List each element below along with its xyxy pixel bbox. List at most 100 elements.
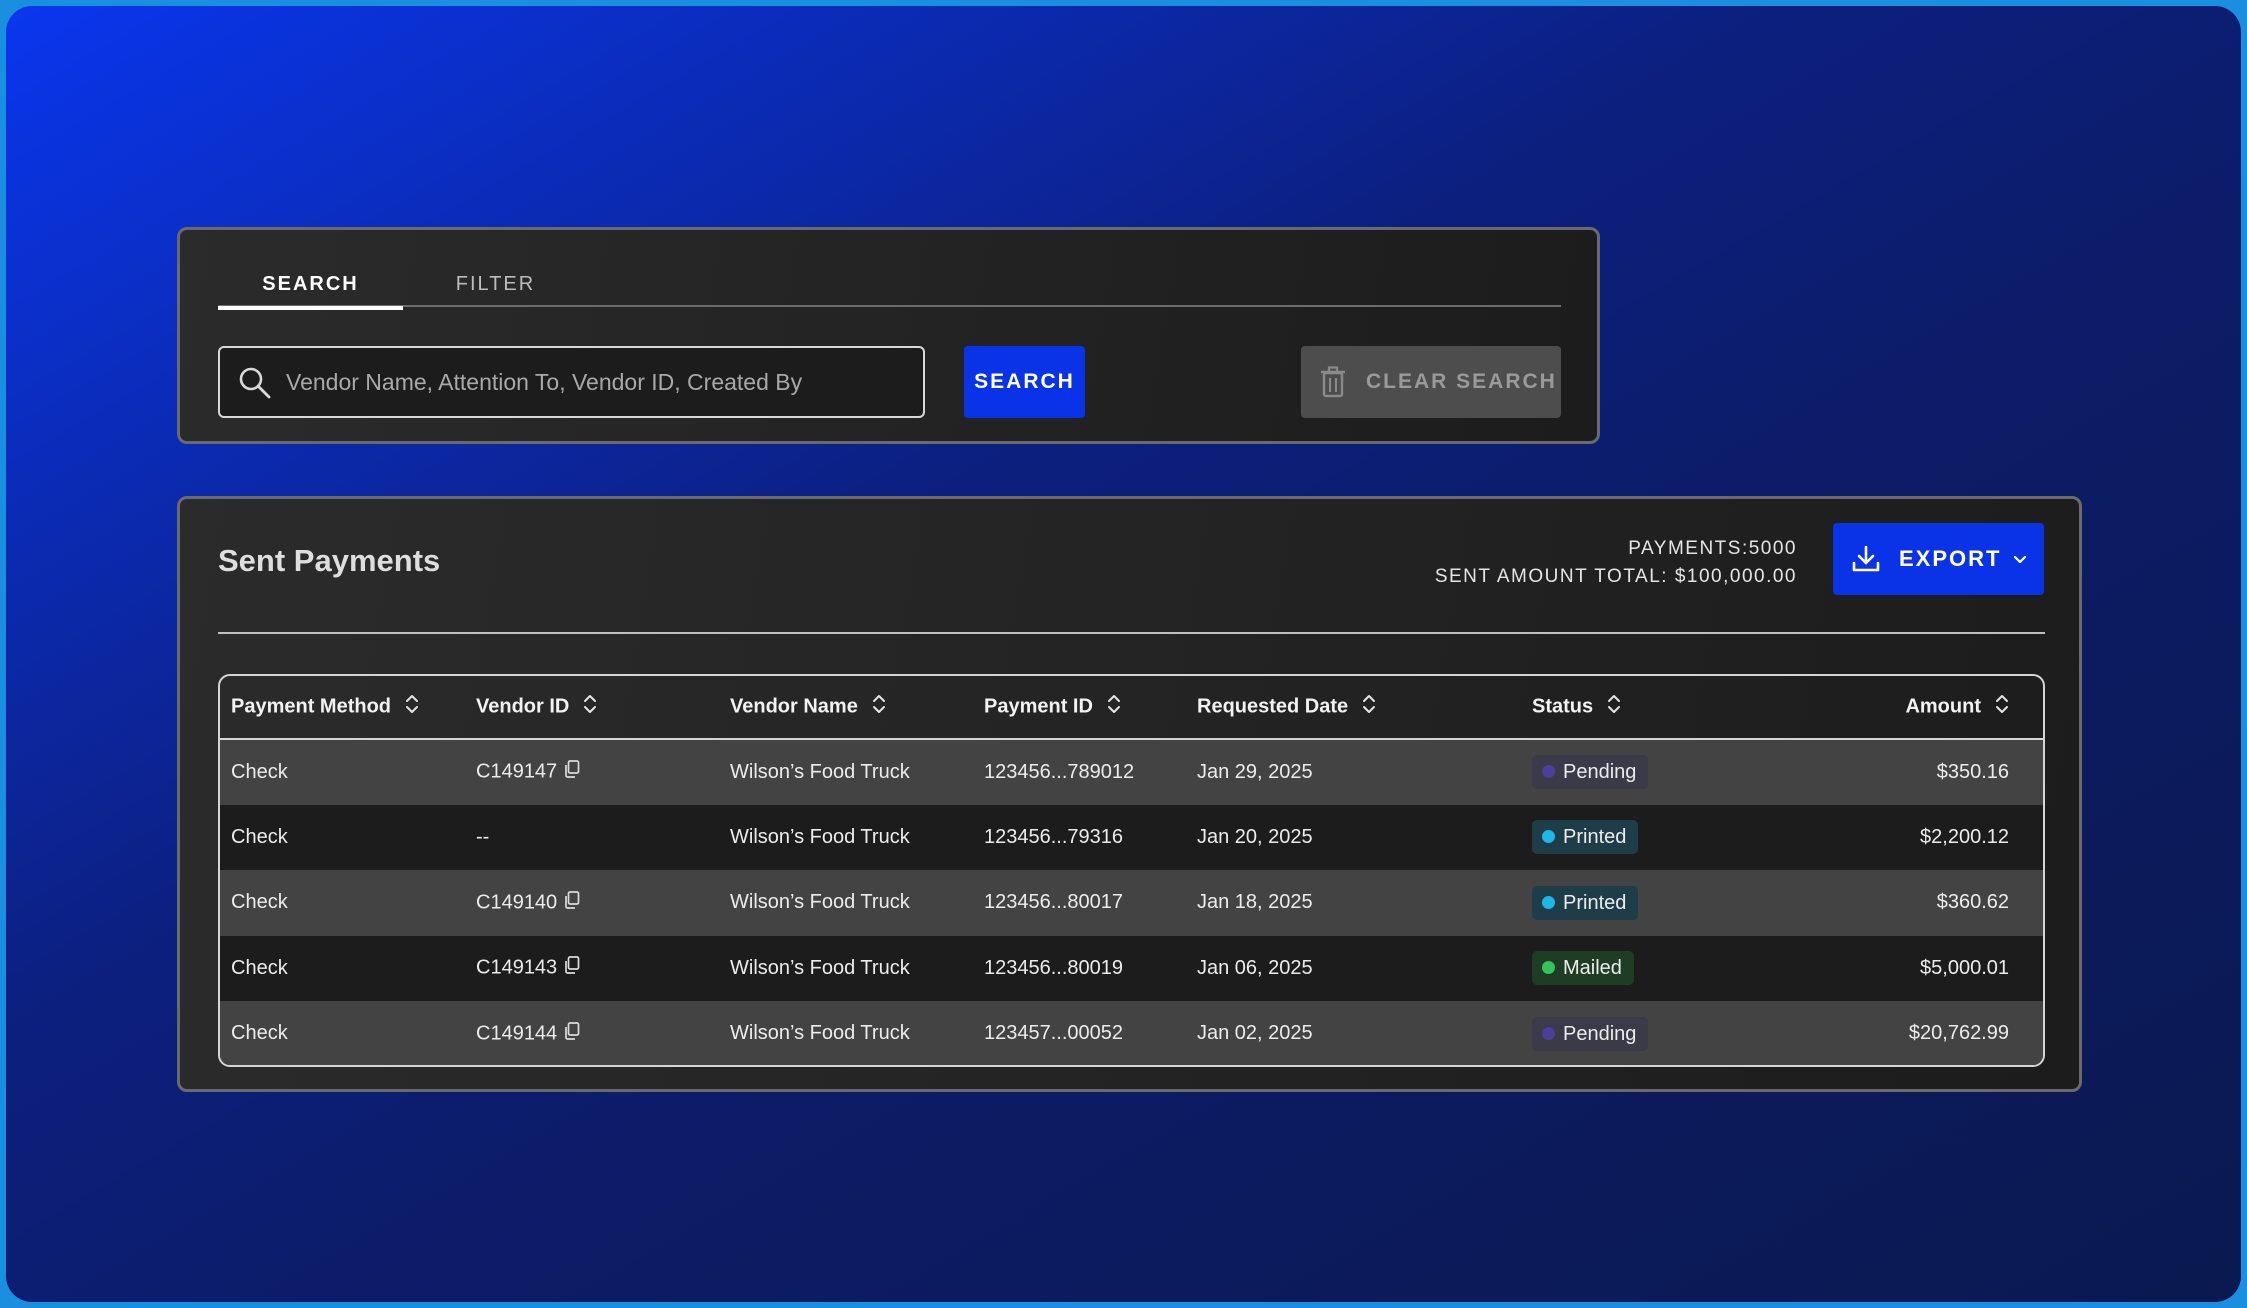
cell-vendor-id: C149144: [465, 1001, 719, 1065]
status-dot-icon: [1542, 895, 1555, 909]
search-button[interactable]: SEARCH: [964, 346, 1085, 418]
cell-vendor-id-text: --: [476, 825, 490, 848]
cell-vendor-name-text: Wilson’s Food Truck: [730, 891, 910, 914]
cell-vendor-id: C149147: [465, 739, 719, 805]
status-label: Mailed: [1563, 957, 1622, 980]
table-row[interactable]: Check C149143 Wilson’s Food Truck 123456...…: [220, 935, 2043, 1001]
page-title: Sent Payments: [218, 543, 441, 578]
chevron-down-icon[interactable]: [2013, 555, 2027, 564]
cell-status: Mailed: [1521, 935, 1779, 1001]
cell-vendor-name: Wilson’s Food Truck: [719, 870, 973, 936]
cell-vendor-id: C149140: [465, 870, 719, 936]
status-badge: Pending: [1532, 1016, 1649, 1051]
column-header-label: Vendor Name: [730, 695, 858, 718]
status-badge: Pending: [1532, 755, 1649, 790]
background-frame: SEARCH FILTER SEARCH CLEAR SEARCH Sent P…: [6, 6, 2241, 1302]
cell-payment-id: 123456...80017: [973, 870, 1186, 936]
cell-payment-method: Check: [220, 804, 465, 870]
status-badge: Mailed: [1532, 951, 1634, 986]
cell-vendor-id-text: C149140: [476, 891, 558, 914]
sort-icon[interactable]: [872, 693, 886, 721]
search-input[interactable]: [286, 348, 916, 416]
copy-icon[interactable]: [564, 956, 580, 980]
cell-requested-date-text: Jan 29, 2025: [1197, 760, 1313, 783]
cell-payment-method: Check: [220, 935, 465, 1001]
cell-vendor-id: C149143: [465, 935, 719, 1001]
column-header-label: Status: [1532, 695, 1594, 718]
sort-icon[interactable]: [583, 693, 597, 721]
payment-totals: PAYMENTS:5000 SENT AMOUNT TOTAL: $100,00…: [1435, 535, 1797, 591]
cell-payment-id-text: 123456...789012: [984, 760, 1135, 783]
cell-payment-method: Check: [220, 739, 465, 805]
cell-payment-id: 123456...79316: [973, 804, 1186, 870]
column-header-status[interactable]: Status: [1521, 676, 1779, 740]
cell-requested-date: Jan 20, 2025: [1186, 804, 1521, 870]
table-body: Check C149147 Wilson’s Food Truck 123456...…: [220, 739, 2043, 1065]
column-header-payment-id[interactable]: Payment ID: [973, 676, 1186, 740]
sort-icon[interactable]: [1607, 693, 1621, 721]
cell-vendor-name-text: Wilson’s Food Truck: [730, 760, 910, 783]
cell-requested-date: Jan 18, 2025: [1186, 870, 1521, 936]
search-field[interactable]: [218, 346, 925, 418]
cell-vendor-name: Wilson’s Food Truck: [719, 739, 973, 805]
tab-filter[interactable]: FILTER: [403, 264, 588, 307]
clear-search-label: CLEAR SEARCH: [1366, 370, 1557, 393]
status-label: Pending: [1563, 761, 1637, 784]
copy-icon[interactable]: [564, 760, 580, 784]
sort-icon[interactable]: [1362, 693, 1376, 721]
cell-vendor-name-text: Wilson’s Food Truck: [730, 825, 910, 848]
cell-requested-date-text: Jan 18, 2025: [1197, 891, 1313, 914]
table-row[interactable]: Check C149140 Wilson’s Food Truck 123456...…: [220, 870, 2043, 936]
cell-payment-method: Check: [220, 1001, 465, 1065]
cell-amount: $2,200.12: [1779, 804, 2043, 870]
column-header-label: Amount: [1905, 695, 1981, 718]
export-label: EXPORT: [1899, 546, 2002, 571]
status-label: Printed: [1563, 826, 1627, 849]
cell-status: Pending: [1521, 739, 1779, 805]
column-header-vendor-name[interactable]: Vendor Name: [719, 676, 973, 740]
cell-amount: $5,000.01: [1779, 935, 2043, 1001]
cell-vendor-name-text: Wilson’s Food Truck: [730, 1022, 910, 1045]
cell-payment-method-text: Check: [231, 825, 288, 848]
column-header-amount[interactable]: Amount: [1779, 676, 2043, 740]
cell-requested-date: Jan 29, 2025: [1186, 739, 1521, 805]
sent-amount-total: SENT AMOUNT TOTAL: $100,000.00: [1434, 566, 1797, 587]
sort-icon[interactable]: [405, 693, 419, 721]
tab-search[interactable]: SEARCH: [218, 264, 403, 310]
table-row[interactable]: Check C149147 Wilson’s Food Truck 123456...…: [220, 739, 2043, 805]
clear-search-button[interactable]: CLEAR SEARCH: [1301, 346, 1561, 418]
sort-icon[interactable]: [1995, 693, 2009, 721]
cell-requested-date-text: Jan 20, 2025: [1197, 825, 1313, 848]
cell-payment-method-text: Check: [231, 891, 288, 914]
table-header-row: Payment Method Vendor ID Vendor Name Paymen…: [220, 676, 2043, 740]
payments-table: Payment Method Vendor ID Vendor Name Paymen…: [218, 674, 2045, 1067]
download-icon: [1852, 545, 1880, 572]
status-dot-icon: [1542, 1026, 1555, 1040]
column-header-label: Requested Date: [1197, 695, 1349, 718]
cell-payment-method-text: Check: [231, 760, 288, 783]
cell-amount: $350.16: [1779, 739, 2043, 805]
cell-payment-id: 123457...00052: [973, 1001, 1186, 1065]
cell-payment-id: 123456...789012: [973, 739, 1186, 805]
table-row[interactable]: Check -- Wilson’s Food Truck 123456...79316…: [220, 804, 2043, 870]
table-row[interactable]: Check C149144 Wilson’s Food Truck 123457...…: [220, 1001, 2043, 1065]
search-icon: [239, 367, 271, 399]
column-header-vendor-id[interactable]: Vendor ID: [465, 676, 719, 740]
cell-vendor-name: Wilson’s Food Truck: [719, 1001, 973, 1065]
cell-vendor-id-text: C149144: [476, 1022, 558, 1045]
copy-icon[interactable]: [564, 1021, 580, 1046]
cell-amount-text: $350.16: [1936, 760, 2009, 783]
column-header-label: Vendor ID: [476, 695, 570, 718]
export-button[interactable]: EXPORT: [1833, 523, 2044, 595]
cell-payment-id: 123456...80019: [973, 935, 1186, 1001]
cell-status: Pending: [1521, 1001, 1779, 1065]
copy-icon[interactable]: [564, 890, 580, 915]
status-label: Printed: [1563, 891, 1627, 914]
column-header-requested-date[interactable]: Requested Date: [1186, 676, 1521, 740]
sort-icon[interactable]: [1107, 693, 1121, 721]
cell-amount: $20,762.99: [1779, 1001, 2043, 1065]
column-header-payment-method[interactable]: Payment Method: [220, 676, 465, 740]
status-dot-icon: [1542, 830, 1555, 844]
cell-amount-text: $2,200.12: [1920, 825, 2009, 848]
cell-payment-method-text: Check: [231, 1022, 288, 1045]
